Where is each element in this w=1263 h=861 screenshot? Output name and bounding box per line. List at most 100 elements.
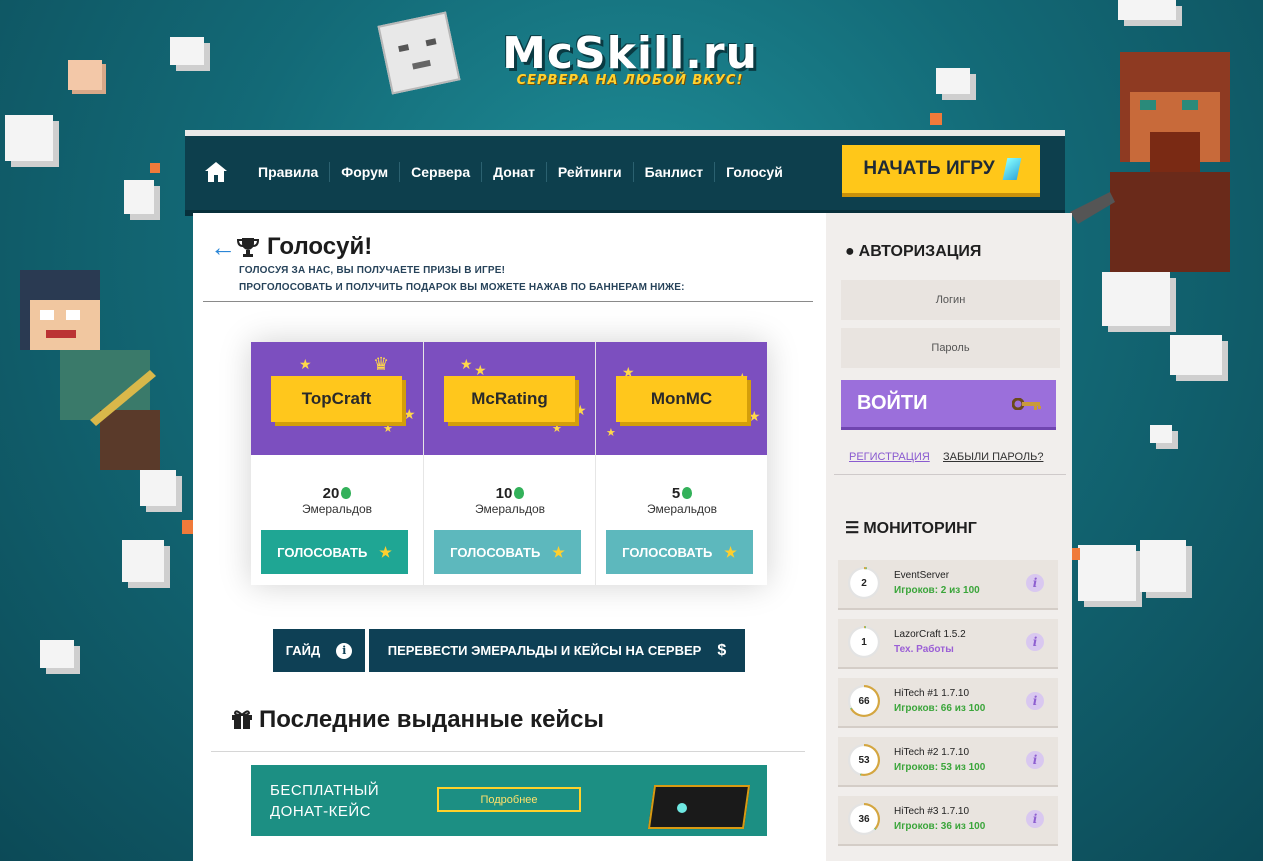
- medal-icon: ★: [724, 543, 737, 560]
- site-logo[interactable]: McSkill.ru СЕРВЕРА НА ЛЮБОЙ ВКУС!: [440, 28, 820, 108]
- login-field[interactable]: [841, 280, 1060, 320]
- user-circle-icon: ●: [845, 243, 855, 260]
- vote-button-topcraft[interactable]: ГОЛОСОВАТЬ ★: [261, 530, 408, 574]
- home-icon[interactable]: [205, 162, 227, 182]
- background-cube: [1118, 0, 1176, 20]
- server-info-icon[interactable]: i: [1026, 574, 1044, 592]
- background-cube: [936, 68, 970, 94]
- vote-site-monmc: ★ ★ ★ ★ MonMC 5 Эмеральдов ГОЛОСОВАТЬ ★: [595, 342, 768, 585]
- dollar-icon: $: [717, 641, 727, 659]
- server-monitor-card[interactable]: 2 EventServer Игроков: 2 из 100 i: [838, 560, 1058, 610]
- topcraft-banner[interactable]: TopCraft: [271, 376, 402, 422]
- trophy-icon: [237, 238, 259, 257]
- background-cube: [40, 640, 74, 668]
- auth-title: АВТОРИЗАЦИЯ: [858, 243, 982, 260]
- server-status: Игроков: 2 из 100: [894, 585, 980, 596]
- server-name: HiTech #1 1.7.10: [894, 688, 970, 699]
- star-icon: ★: [552, 423, 562, 435]
- nav-item-banlist[interactable]: Банлист: [634, 162, 716, 182]
- cases-title-text: Последние выданные кейсы: [259, 706, 605, 733]
- server-status: Игроков: 53 из 100: [894, 762, 986, 773]
- nav-item-servers[interactable]: Сервера: [400, 162, 483, 182]
- transfer-label: ПЕРЕВЕСТИ ЭМЕРАЛЬДЫ И КЕЙСЫ НА СЕРВЕР: [387, 643, 702, 658]
- title-divider: [203, 301, 813, 302]
- background-cube: [122, 540, 164, 582]
- star-icon: ★: [606, 427, 616, 439]
- reward-unit: Эмеральдов: [646, 502, 718, 516]
- free-donate-case-banner[interactable]: БЕСПЛАТНЫЙ ДОНАТ-КЕЙС Подробнее: [251, 765, 767, 836]
- login-button[interactable]: ВОЙТИ: [841, 380, 1056, 430]
- crystal-icon: [1002, 158, 1022, 180]
- nav-item-rules[interactable]: Правила: [247, 162, 331, 182]
- nav-item-ratings[interactable]: Рейтинги: [547, 162, 634, 182]
- star-icon: ★: [748, 408, 761, 424]
- vote-button-label: ГОЛОСОВАТЬ: [622, 544, 713, 560]
- forgot-password-link[interactable]: ЗАБЫЛИ ПАРОЛЬ?: [943, 451, 1043, 463]
- transfer-to-server-button[interactable]: ПЕРЕВЕСТИ ЭМЕРАЛЬДЫ И КЕЙСЫ НА СЕРВЕР $: [369, 629, 745, 672]
- star-icon: ★: [299, 356, 312, 372]
- reward-value: 5: [671, 485, 681, 502]
- star-icon: ★: [383, 423, 393, 435]
- vote-button-monmc[interactable]: ГОЛОСОВАТЬ ★: [606, 530, 753, 574]
- server-info-icon[interactable]: i: [1026, 692, 1044, 710]
- logo-text: McSkill.ru: [502, 28, 758, 79]
- start-game-button[interactable]: НАЧАТЬ ИГРУ: [842, 145, 1040, 197]
- case-more-button[interactable]: Подробнее: [437, 787, 581, 812]
- dwarf-character-illustration: [1070, 52, 1230, 272]
- online-count-ring: 53: [848, 744, 880, 776]
- star-icon: ★: [460, 356, 473, 372]
- key-icon: [1012, 398, 1041, 410]
- page-subtitle-1: ГОЛОСУЯ ЗА НАС, ВЫ ПОЛУЧАЕТЕ ПРИЗЫ В ИГР…: [239, 265, 506, 276]
- info-icon: i: [336, 642, 353, 659]
- server-info-icon[interactable]: i: [1026, 751, 1044, 769]
- main-navigation: Правила Форум Сервера Донат Рейтинги Бан…: [185, 130, 1065, 210]
- vote-button-label: ГОЛОСОВАТЬ: [277, 544, 368, 560]
- server-monitor-card[interactable]: 1 LazorCraft 1.5.2 Тех. Работы i: [838, 619, 1058, 669]
- monmc-banner[interactable]: MonMC: [616, 376, 747, 422]
- online-count-ring: 2: [848, 567, 880, 599]
- back-arrow-icon[interactable]: ←: [210, 234, 236, 260]
- nav-item-vote[interactable]: Голосуй: [715, 162, 794, 182]
- background-cube: [150, 163, 160, 173]
- server-status: Тех. Работы: [894, 644, 954, 655]
- emerald-icon: [341, 487, 352, 499]
- case-banner-line-2: ДОНАТ-КЕЙС: [270, 803, 372, 820]
- nav-item-forum[interactable]: Форум: [330, 162, 401, 182]
- background-cube: [930, 113, 942, 125]
- server-monitor-card[interactable]: 53 HiTech #2 1.7.10 Игроков: 53 из 100 i: [838, 737, 1058, 787]
- online-count-ring: 1: [848, 626, 880, 658]
- emerald-icon: [682, 487, 693, 499]
- server-name: HiTech #3 1.7.10: [894, 806, 970, 817]
- reward-value: 10: [495, 485, 513, 502]
- online-count-ring: 66: [848, 685, 880, 717]
- background-cube: [124, 180, 154, 214]
- background-cube: [170, 37, 204, 65]
- server-name: LazorCraft 1.5.2: [894, 629, 966, 640]
- logo-tagline: СЕРВЕРА НА ЛЮБОЙ ВКУС!: [516, 73, 744, 88]
- star-icon: ★: [574, 402, 587, 418]
- vote-site-topcraft: ★ ♛ ★ ★ TopCraft 20 Эмеральдов ГОЛОСОВАТ…: [251, 342, 423, 585]
- crown-icon: ♛: [373, 354, 390, 374]
- reward-unit: Эмеральдов: [301, 502, 373, 516]
- nav-item-donate[interactable]: Донат: [482, 162, 547, 182]
- login-button-label: ВОЙТИ: [857, 392, 928, 414]
- server-info-icon[interactable]: i: [1026, 633, 1044, 651]
- monitoring-heading: ☰ МОНИТОРИНГ: [845, 518, 977, 538]
- guide-button[interactable]: ГАЙД i: [273, 629, 365, 672]
- gift-icon: [232, 710, 252, 729]
- server-monitor-card[interactable]: 66 HiTech #1 1.7.10 Игроков: 66 из 100 i: [838, 678, 1058, 728]
- server-monitor-card[interactable]: 36 HiTech #3 1.7.10 Игроков: 36 из 100 i: [838, 796, 1058, 846]
- background-cube: [1140, 540, 1186, 592]
- vote-site-mcrating: ★ ★ ★ ★ McRating 10 Эмеральдов ГОЛОСОВАТ…: [423, 342, 596, 585]
- guide-label: ГАЙД: [285, 643, 321, 658]
- server-info-icon[interactable]: i: [1026, 810, 1044, 828]
- server-stack-icon: ☰: [845, 520, 860, 537]
- vote-button-mcrating[interactable]: ГОЛОСОВАТЬ ★: [434, 530, 581, 574]
- background-cube: [1170, 335, 1222, 375]
- reward-amount: 20: [251, 485, 423, 502]
- background-cube: [5, 115, 53, 161]
- register-link[interactable]: РЕГИСТРАЦИЯ: [849, 451, 930, 463]
- server-status: Игроков: 36 из 100: [894, 821, 986, 832]
- mcrating-banner[interactable]: McRating: [444, 376, 575, 422]
- password-field[interactable]: [841, 328, 1060, 368]
